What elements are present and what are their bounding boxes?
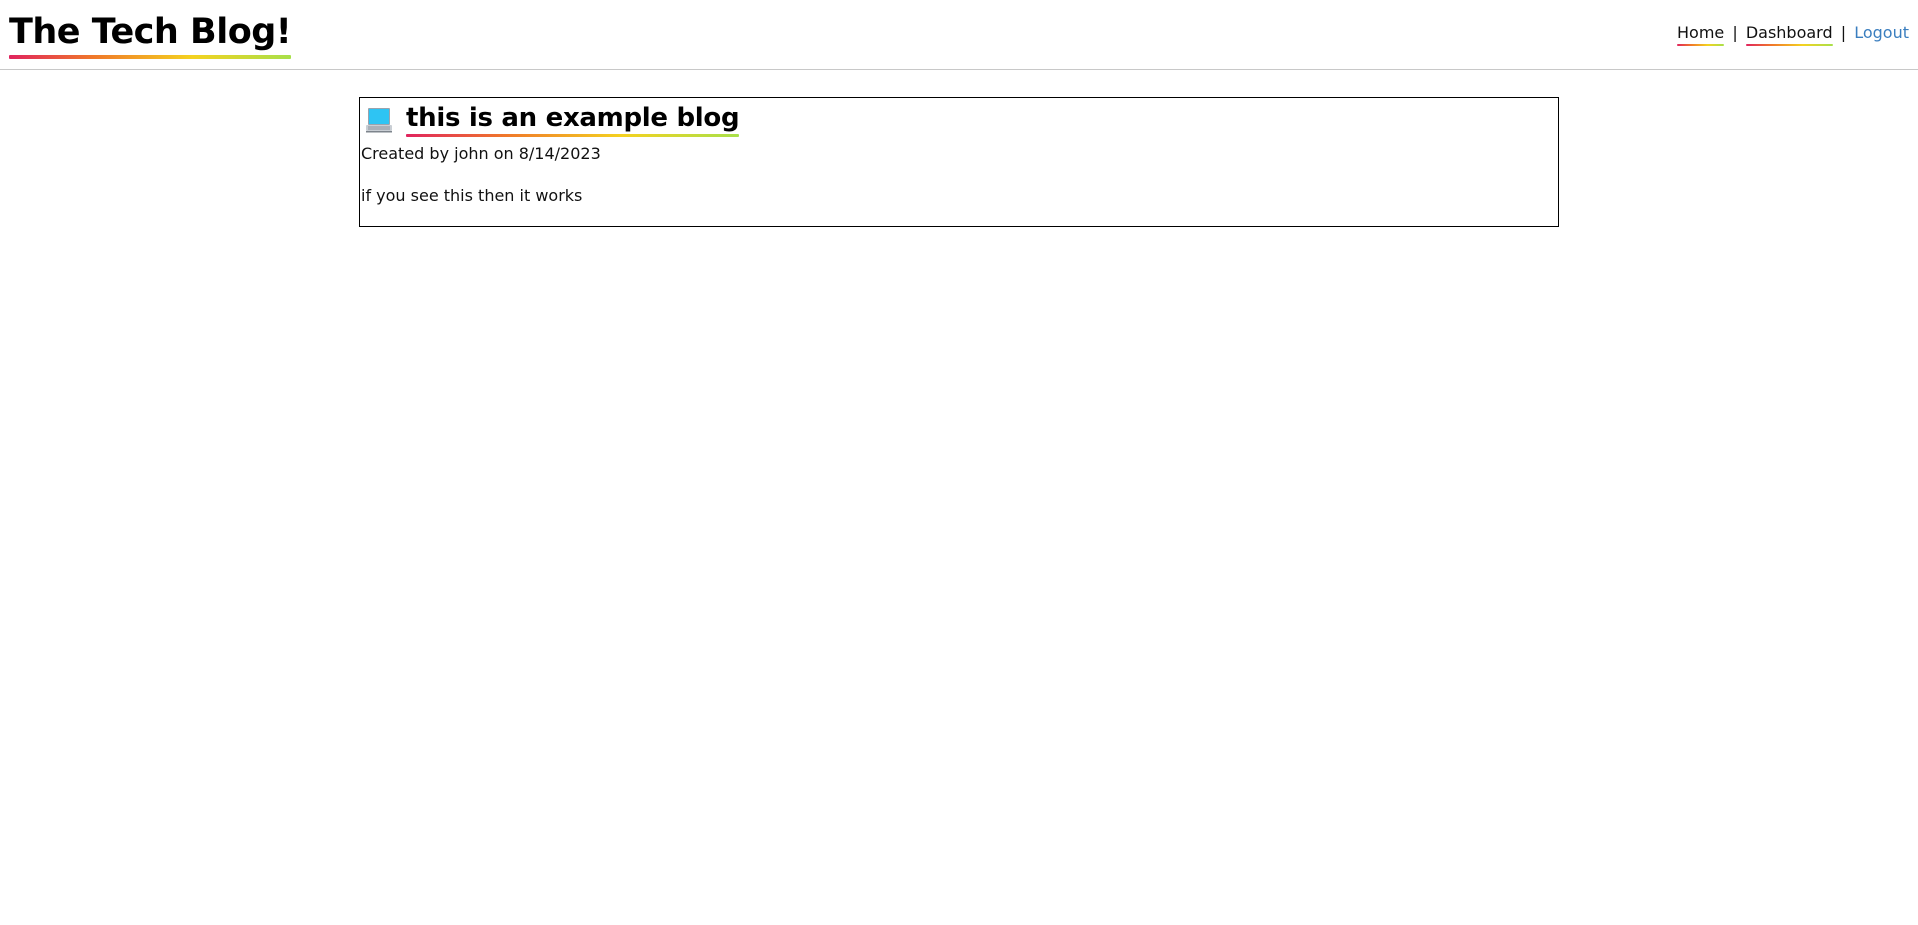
post-title-underline bbox=[406, 134, 740, 137]
post-title-text: this is an example blog bbox=[406, 103, 740, 133]
nav-dashboard-link[interactable]: Dashboard bbox=[1745, 23, 1833, 46]
nav-separator: | bbox=[1732, 23, 1738, 42]
nav-separator: | bbox=[1840, 23, 1847, 42]
post-body: if you see this then it works bbox=[361, 186, 583, 205]
site-title-underline bbox=[9, 55, 292, 59]
post-card: this is an example blog Created by john … bbox=[359, 97, 1559, 227]
main-nav: Home | Dashboard | Logout bbox=[1677, 23, 1909, 46]
site-header: The Tech Blog! Home | Dashboard | Logout bbox=[0, 0, 1918, 70]
site-title: The Tech Blog! bbox=[9, 10, 292, 59]
nav-home-underline bbox=[1677, 44, 1725, 46]
computer-icon bbox=[365, 107, 393, 135]
nav-home-label: Home bbox=[1677, 23, 1725, 42]
post-title-link[interactable]: this is an example blog bbox=[406, 102, 740, 137]
nav-dashboard-label: Dashboard bbox=[1745, 23, 1833, 42]
post-meta: Created by john on 8/14/2023 bbox=[361, 144, 601, 163]
nav-home-link[interactable]: Home bbox=[1677, 23, 1725, 46]
site-title-text: The Tech Blog! bbox=[9, 12, 292, 52]
nav-dashboard-underline bbox=[1745, 44, 1833, 46]
nav-logout-link[interactable]: Logout bbox=[1854, 23, 1909, 42]
